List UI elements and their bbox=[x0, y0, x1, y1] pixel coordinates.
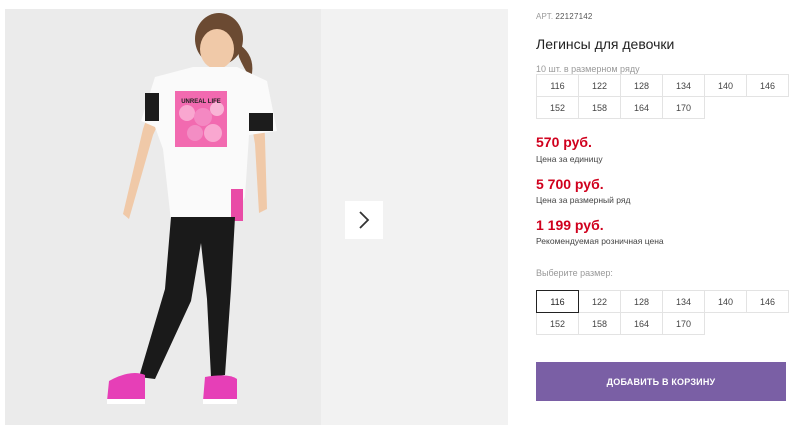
product-title: Легинсы для девочки bbox=[536, 36, 675, 52]
unit-price: 570 руб. bbox=[536, 134, 592, 150]
product-photo[interactable]: UNREAL LIFE bbox=[5, 9, 321, 425]
choose-size-label: Выберите размер: bbox=[536, 268, 613, 278]
size-row-cell: 116 bbox=[536, 74, 579, 97]
retail-price-caption: Рекомендуемая розничная цена bbox=[536, 236, 664, 246]
size-option-146[interactable]: 146 bbox=[746, 290, 789, 313]
print-text: UNREAL LIFE bbox=[181, 99, 221, 105]
product-gallery: UNREAL LIFE bbox=[5, 9, 508, 425]
size-row-cell: 170 bbox=[662, 96, 705, 119]
model-image: UNREAL LIFE bbox=[5, 9, 321, 425]
size-row-cell: 146 bbox=[746, 74, 789, 97]
article-value: 22127142 bbox=[555, 12, 593, 21]
size-option-116[interactable]: 116 bbox=[536, 290, 579, 313]
size-row-price-caption: Цена за размерный ряд bbox=[536, 195, 631, 205]
size-option-140[interactable]: 140 bbox=[704, 290, 747, 313]
size-row-cell: 134 bbox=[662, 74, 705, 97]
chevron-right-icon bbox=[359, 211, 370, 229]
size-row-cell: 122 bbox=[578, 74, 621, 97]
size-option-134[interactable]: 134 bbox=[662, 290, 705, 313]
next-image-button[interactable] bbox=[345, 201, 383, 239]
size-row-cell: 152 bbox=[536, 96, 579, 119]
size-row-cell: 140 bbox=[704, 74, 747, 97]
size-option-170[interactable]: 170 bbox=[662, 312, 705, 335]
size-row-grid: 116 122 128 134 140 146 152 158 164 170 bbox=[536, 74, 789, 119]
article-label: АРТ. bbox=[536, 12, 554, 21]
size-row-cell: 164 bbox=[620, 96, 663, 119]
size-option-164[interactable]: 164 bbox=[620, 312, 663, 335]
size-option-122[interactable]: 122 bbox=[578, 290, 621, 313]
article-number: АРТ. 22127142 bbox=[536, 12, 593, 21]
size-row-cell: 128 bbox=[620, 74, 663, 97]
size-row-label: 10 шт. в размерном ряду bbox=[536, 64, 640, 74]
next-photo-preview bbox=[321, 9, 508, 425]
retail-price: 1 199 руб. bbox=[536, 217, 604, 233]
size-selector: 116 122 128 134 140 146 152 158 164 170 bbox=[536, 290, 789, 335]
unit-price-caption: Цена за единицу bbox=[536, 154, 603, 164]
size-row-cell: 158 bbox=[578, 96, 621, 119]
size-option-152[interactable]: 152 bbox=[536, 312, 579, 335]
size-option-128[interactable]: 128 bbox=[620, 290, 663, 313]
size-row-price: 5 700 руб. bbox=[536, 176, 604, 192]
add-to-cart-button[interactable]: ДОБАВИТЬ В КОРЗИНУ bbox=[536, 362, 786, 401]
size-option-158[interactable]: 158 bbox=[578, 312, 621, 335]
